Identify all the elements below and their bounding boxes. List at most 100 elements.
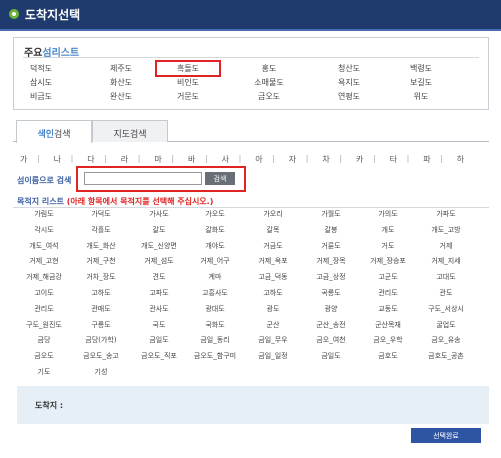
destination-item[interactable]: 거제_지세: [417, 256, 475, 266]
destination-item[interactable]: 가파도: [417, 209, 475, 219]
major-island-item[interactable]: 완산도: [91, 91, 151, 102]
destination-item[interactable]: 고파도: [130, 288, 188, 298]
destination-item[interactable]: 교동도: [359, 304, 417, 314]
destination-item[interactable]: 각흘도: [72, 225, 130, 235]
destination-item[interactable]: 거제_고현: [15, 256, 73, 266]
major-island-item[interactable]: 백령도: [391, 63, 451, 74]
destination-item[interactable]: 금오도: [15, 351, 73, 361]
major-island-item[interactable]: 삼시도: [11, 77, 71, 88]
confirm-button[interactable]: 선택완료: [411, 428, 481, 443]
destination-item[interactable]: 가사도: [130, 209, 188, 219]
destination-item[interactable]: 개도_화산: [72, 241, 130, 251]
search-input[interactable]: [84, 172, 202, 185]
destination-item[interactable]: 금호도_공촌: [417, 351, 475, 361]
major-island-item[interactable]: 비인도: [158, 77, 218, 88]
destination-item[interactable]: 개야도: [186, 241, 244, 251]
destination-item[interactable]: 금오도_함구미: [186, 351, 244, 361]
tab-index-search[interactable]: 색인검색: [16, 120, 92, 143]
destination-item[interactable]: 금일_무우: [244, 335, 302, 345]
destination-item[interactable]: 견도: [130, 272, 188, 282]
major-island-item[interactable]: 화산도: [91, 77, 151, 88]
destination-item[interactable]: 갈도: [130, 225, 188, 235]
alphabet-item[interactable]: 차: [322, 154, 329, 165]
alphabet-item[interactable]: 카: [356, 154, 363, 165]
major-island-item[interactable]: 보길도: [391, 77, 451, 88]
major-island-item[interactable]: 비금도: [11, 91, 71, 102]
search-button[interactable]: 검색: [205, 172, 235, 185]
destination-item[interactable]: 고하도: [244, 288, 302, 298]
destination-item[interactable]: 가오도: [186, 209, 244, 219]
destination-item[interactable]: 금오도_송고: [72, 351, 130, 361]
destination-item[interactable]: 국도: [130, 320, 188, 330]
alphabet-item[interactable]: 파: [423, 154, 430, 165]
destination-item[interactable]: 금일도: [130, 335, 188, 345]
destination-item[interactable]: 가오리: [244, 209, 302, 219]
alphabet-item[interactable]: 사: [222, 154, 229, 165]
destination-item[interactable]: 개도_신양면: [130, 241, 188, 251]
destination-item[interactable]: 고금_덕동: [244, 272, 302, 282]
major-island-item[interactable]: 금오도: [239, 91, 299, 102]
major-island-item[interactable]: 위도: [391, 91, 451, 102]
major-island-item[interactable]: 덕적도: [11, 63, 71, 74]
major-island-item[interactable]: 욕지도: [319, 77, 379, 88]
destination-item[interactable]: 고금_상정: [302, 272, 360, 282]
destination-item[interactable]: 고이도: [15, 288, 73, 298]
destination-item[interactable]: 거제_옥포: [244, 256, 302, 266]
destination-item[interactable]: 광대도: [186, 304, 244, 314]
destination-item[interactable]: 금호도: [359, 351, 417, 361]
major-island-item[interactable]: 청산도: [319, 63, 379, 74]
destination-item[interactable]: 금당: [15, 335, 73, 345]
major-island-item[interactable]: 연평도: [319, 91, 379, 102]
destination-item[interactable]: 금오_유송: [417, 335, 475, 345]
destination-item[interactable]: 거제_구천: [72, 256, 130, 266]
destination-item[interactable]: 거제_해금강: [15, 272, 73, 282]
destination-item[interactable]: 거금도: [244, 241, 302, 251]
major-island-item[interactable]: 거문도: [158, 91, 218, 102]
alphabet-item[interactable]: 가: [20, 154, 27, 165]
major-island-item[interactable]: 소매물도: [239, 77, 299, 88]
destination-item[interactable]: 군산: [244, 320, 302, 330]
destination-item[interactable]: 가림도: [15, 209, 73, 219]
destination-item[interactable]: 고군도: [359, 272, 417, 282]
destination-item[interactable]: 가덕도: [72, 209, 130, 219]
alphabet-item[interactable]: 마: [154, 154, 161, 165]
destination-item[interactable]: 개도: [359, 225, 417, 235]
destination-item[interactable]: 거차_장도: [72, 272, 130, 282]
destination-item[interactable]: 금일_동리: [186, 335, 244, 345]
destination-item[interactable]: 거제_장승포: [359, 256, 417, 266]
destination-item[interactable]: 개도_여석: [15, 241, 73, 251]
destination-item[interactable]: 국화도: [186, 320, 244, 330]
destination-item[interactable]: 곡룡도: [302, 288, 360, 298]
destination-item[interactable]: 금일_일정: [244, 351, 302, 361]
destination-item[interactable]: 광도: [244, 304, 302, 314]
destination-item[interactable]: 계마: [186, 272, 244, 282]
destination-item[interactable]: 굴업도: [417, 320, 475, 330]
alphabet-item[interactable]: 라: [121, 154, 128, 165]
destination-item[interactable]: 금당(가학): [72, 335, 130, 345]
destination-item[interactable]: 갈화도: [186, 225, 244, 235]
major-island-item[interactable]: 제주도: [91, 63, 151, 74]
destination-item[interactable]: 거제_장목: [302, 256, 360, 266]
alphabet-item[interactable]: 바: [188, 154, 195, 165]
destination-item[interactable]: 구도_서상시: [417, 304, 475, 314]
destination-item[interactable]: 고하도: [72, 288, 130, 298]
destination-item[interactable]: 구룡도: [72, 320, 130, 330]
alphabet-item[interactable]: 타: [390, 154, 397, 165]
alphabet-item[interactable]: 자: [289, 154, 296, 165]
destination-item[interactable]: 관도: [417, 288, 475, 298]
destination-item[interactable]: 기성: [72, 367, 130, 377]
destination-item[interactable]: 거제: [417, 241, 475, 251]
destination-item[interactable]: 고흥사도: [186, 288, 244, 298]
destination-item[interactable]: 거제_섬도: [130, 256, 188, 266]
destination-item[interactable]: 가의도: [359, 209, 417, 219]
destination-item[interactable]: 갈목: [244, 225, 302, 235]
destination-item[interactable]: 구도_원진도: [15, 320, 73, 330]
destination-item[interactable]: 거륜도: [302, 241, 360, 251]
destination-item[interactable]: 관사도: [130, 304, 188, 314]
destination-item[interactable]: 거도: [359, 241, 417, 251]
destination-item[interactable]: 거제_어구: [186, 256, 244, 266]
destination-item[interactable]: 관매도: [72, 304, 130, 314]
destination-item[interactable]: 관리도: [15, 304, 73, 314]
destination-item[interactable]: 각시도: [15, 225, 73, 235]
destination-item[interactable]: 군산_송전: [302, 320, 360, 330]
